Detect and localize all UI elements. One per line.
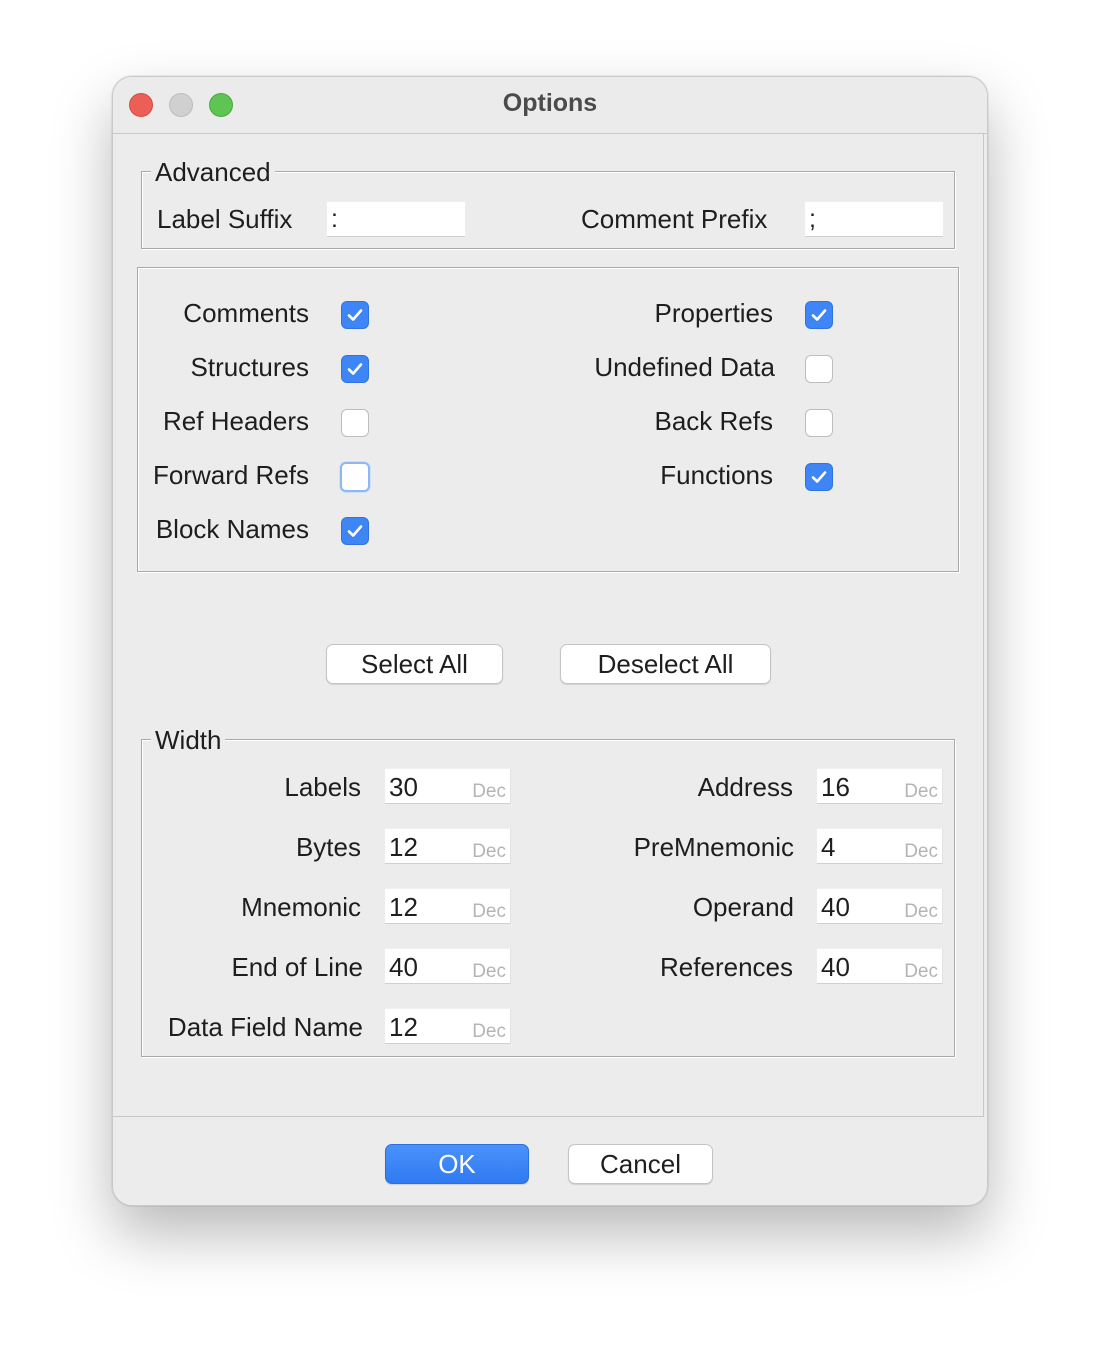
- functions-label: Functions: [660, 460, 773, 490]
- dec-unit-label: Dec: [472, 901, 506, 922]
- dec-unit-label: Dec: [472, 1021, 506, 1042]
- references-width-label: References: [660, 952, 793, 982]
- references-width-field[interactable]: 40 Dec: [817, 948, 943, 984]
- ref-headers-checkbox[interactable]: [341, 409, 369, 437]
- back-refs-label: Back Refs: [654, 406, 774, 436]
- forward-refs-label: Forward Refs: [152, 460, 309, 490]
- ok-button[interactable]: OK: [385, 1144, 529, 1184]
- labels-width-field[interactable]: 30 Dec: [385, 768, 511, 804]
- data-field-name-width-label: Data Field Name: [167, 1012, 363, 1042]
- properties-checkbox[interactable]: [805, 301, 833, 329]
- bytes-width-label: Bytes: [295, 832, 361, 862]
- operand-width-field[interactable]: 40 Dec: [817, 888, 943, 924]
- data-field-name-width-field[interactable]: 12 Dec: [385, 1008, 511, 1044]
- back-refs-checkbox[interactable]: [805, 409, 833, 437]
- window-title: Options: [502, 89, 598, 117]
- bytes-width-field[interactable]: 12 Dec: [385, 828, 511, 864]
- dec-unit-label: Dec: [904, 781, 938, 802]
- comments-label: Comments: [183, 298, 309, 328]
- select-all-button[interactable]: Select All: [326, 644, 503, 684]
- structures-label: Structures: [190, 352, 310, 382]
- dec-unit-label: Dec: [472, 781, 506, 802]
- dec-unit-label: Dec: [904, 841, 938, 862]
- properties-label: Properties: [654, 298, 774, 328]
- dec-unit-label: Dec: [904, 901, 938, 922]
- premnemonic-width-field[interactable]: 4 Dec: [817, 828, 943, 864]
- options-dialog: Options Advanced Label Suffix : Comment …: [112, 76, 988, 1206]
- dec-unit-label: Dec: [904, 961, 938, 982]
- mnemonic-width-field[interactable]: 12 Dec: [385, 888, 511, 924]
- deselect-all-button[interactable]: Deselect All: [560, 644, 771, 684]
- undefined-data-checkbox[interactable]: [805, 355, 833, 383]
- premnemonic-width-label: PreMnemonic: [633, 832, 794, 862]
- cancel-button[interactable]: Cancel: [568, 1144, 713, 1184]
- block-names-label: Block Names: [155, 514, 309, 544]
- comments-checkbox[interactable]: [341, 301, 369, 329]
- dialog-content: Advanced Label Suffix : Comment Prefix ;…: [113, 134, 984, 1117]
- comment-prefix-field[interactable]: ;: [805, 201, 943, 237]
- advanced-legend: Advanced: [151, 157, 275, 187]
- mnemonic-width-label: Mnemonic: [241, 892, 361, 922]
- label-suffix-field[interactable]: :: [327, 201, 465, 237]
- dec-unit-label: Dec: [472, 841, 506, 862]
- end-of-line-width-field[interactable]: 40 Dec: [385, 948, 511, 984]
- address-width-field[interactable]: 16 Dec: [817, 768, 943, 804]
- block-names-checkbox[interactable]: [341, 517, 369, 545]
- labels-width-label: Labels: [284, 772, 361, 802]
- title-bar: Options: [113, 77, 987, 134]
- forward-refs-checkbox[interactable]: [340, 462, 370, 492]
- functions-checkbox[interactable]: [805, 463, 833, 491]
- structures-checkbox[interactable]: [341, 355, 369, 383]
- address-width-label: Address: [697, 772, 793, 802]
- dec-unit-label: Dec: [472, 961, 506, 982]
- label-suffix-label: Label Suffix: [157, 204, 293, 234]
- ref-headers-label: Ref Headers: [163, 406, 309, 436]
- operand-width-label: Operand: [692, 892, 794, 922]
- end-of-line-width-label: End of Line: [231, 952, 363, 982]
- undefined-data-label: Undefined Data: [594, 352, 775, 382]
- width-legend: Width: [151, 725, 226, 755]
- comment-prefix-label: Comment Prefix: [581, 204, 768, 234]
